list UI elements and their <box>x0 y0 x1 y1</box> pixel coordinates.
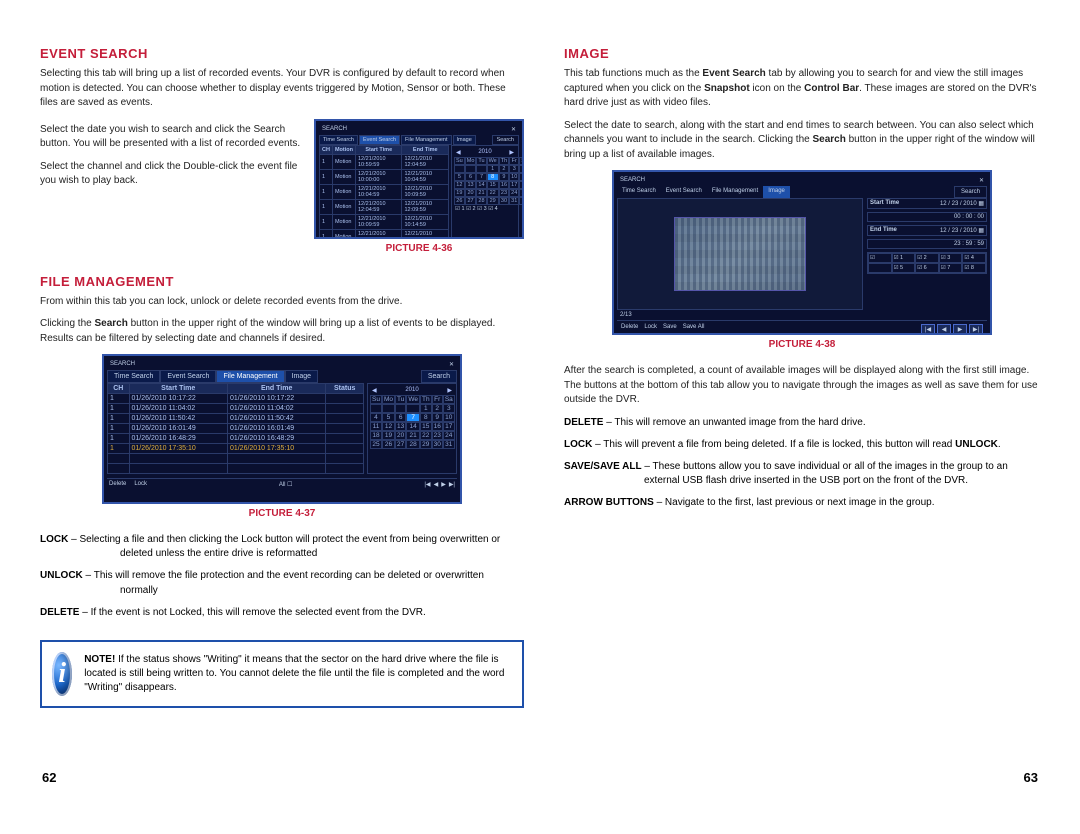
caption-4-37: PICTURE 4-37 <box>102 508 462 519</box>
para-es-2: Select the date you wish to search and c… <box>40 123 304 152</box>
figure-4-36: SEARCH✕ Time Search Event Search File Ma… <box>314 119 524 239</box>
caption-4-38: PICTURE 4-38 <box>612 339 992 350</box>
page-number-left: 62 <box>42 770 56 785</box>
def-img-save: SAVE/SAVE ALL – These buttons allow you … <box>564 460 1040 488</box>
para-fm-1: From within this tab you can lock, unloc… <box>40 295 524 310</box>
heading-event-search: EVENT SEARCH <box>40 46 524 61</box>
para-img-1: This tab functions much as the Event Sea… <box>564 67 1040 111</box>
para-fm-2: Clicking the Search button in the upper … <box>40 317 524 346</box>
para-img-2: Select the date to search, along with th… <box>564 119 1040 163</box>
heading-file-management: FILE MANAGEMENT <box>40 274 524 289</box>
para-es-1: Selecting this tab will bring up a list … <box>40 67 524 111</box>
figure-4-38: SEARCH✕ Time Search Event Search File Ma… <box>612 170 992 335</box>
def-img-lock: LOCK – This will prevent a file from bei… <box>564 438 1040 452</box>
heading-image: IMAGE <box>564 46 1040 61</box>
info-icon: i <box>52 652 72 696</box>
note-box: i NOTE! If the status shows "Writing" it… <box>40 640 524 708</box>
def-delete: DELETE – If the event is not Locked, thi… <box>40 606 524 620</box>
thumbnail-image <box>674 217 806 291</box>
def-unlock: UNLOCK – This will remove the file prote… <box>40 569 524 597</box>
figure-4-37: SEARCH✕ Time SearchEvent SearchFile Mana… <box>102 354 462 504</box>
def-img-delete: DELETE – This will remove an unwanted im… <box>564 416 1040 430</box>
def-img-arrow: ARROW BUTTONS – Navigate to the first, l… <box>564 496 1040 510</box>
para-es-3: Select the channel and click the Double-… <box>40 160 304 189</box>
page-number-right: 63 <box>1024 770 1038 785</box>
caption-4-36: PICTURE 4-36 <box>314 243 524 254</box>
para-img-3: After the search is completed, a count o… <box>564 364 1040 408</box>
def-lock: LOCK – Selecting a file and then clickin… <box>40 533 524 561</box>
